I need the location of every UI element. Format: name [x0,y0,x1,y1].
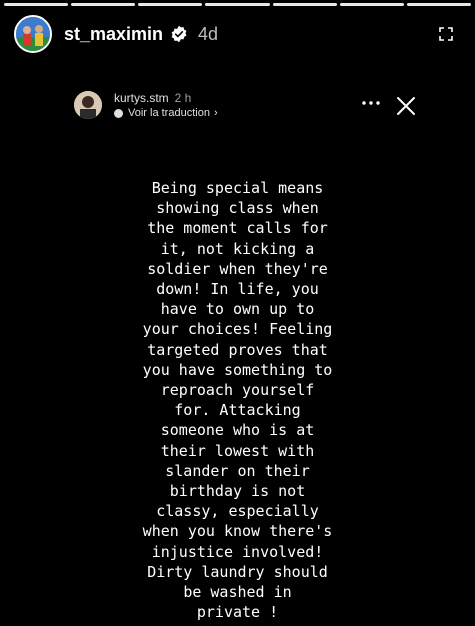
username[interactable]: st_maximin [64,24,163,45]
avatar[interactable] [14,15,52,53]
close-icon[interactable] [396,96,416,116]
story-text: Being special means showing class when t… [142,179,333,622]
progress-segment [138,3,203,6]
progress-segment [339,3,404,6]
chevron-right-icon: › [213,107,218,119]
progress-segment [71,3,136,6]
story-header: st_maximin 4d [14,14,461,54]
progress-segment [205,3,270,6]
progress-segment [4,3,69,6]
repost-avatar[interactable] [74,91,102,119]
see-translation-label: Voir la traduction [128,107,210,119]
verified-badge-icon [171,25,187,43]
profile-photo-icon [74,91,102,119]
progress-segment [272,3,337,6]
repost-time: 2 h [174,91,192,105]
globe-icon [114,108,123,118]
more-options-icon[interactable] [360,98,382,108]
profile-photo-icon [16,17,50,51]
see-translation-link[interactable]: Voir la traduction › [114,107,218,119]
reposted-story-header: kurtys.stm 2 h Voir la traduction › [74,91,415,127]
post-time: 4d [198,23,219,44]
expand-icon[interactable] [439,27,453,41]
story-progress-bar [4,3,471,6]
progress-segment [406,3,471,6]
repost-username[interactable]: kurtys.stm [114,91,169,105]
repost-username-line[interactable]: kurtys.stm 2 h [114,91,191,105]
